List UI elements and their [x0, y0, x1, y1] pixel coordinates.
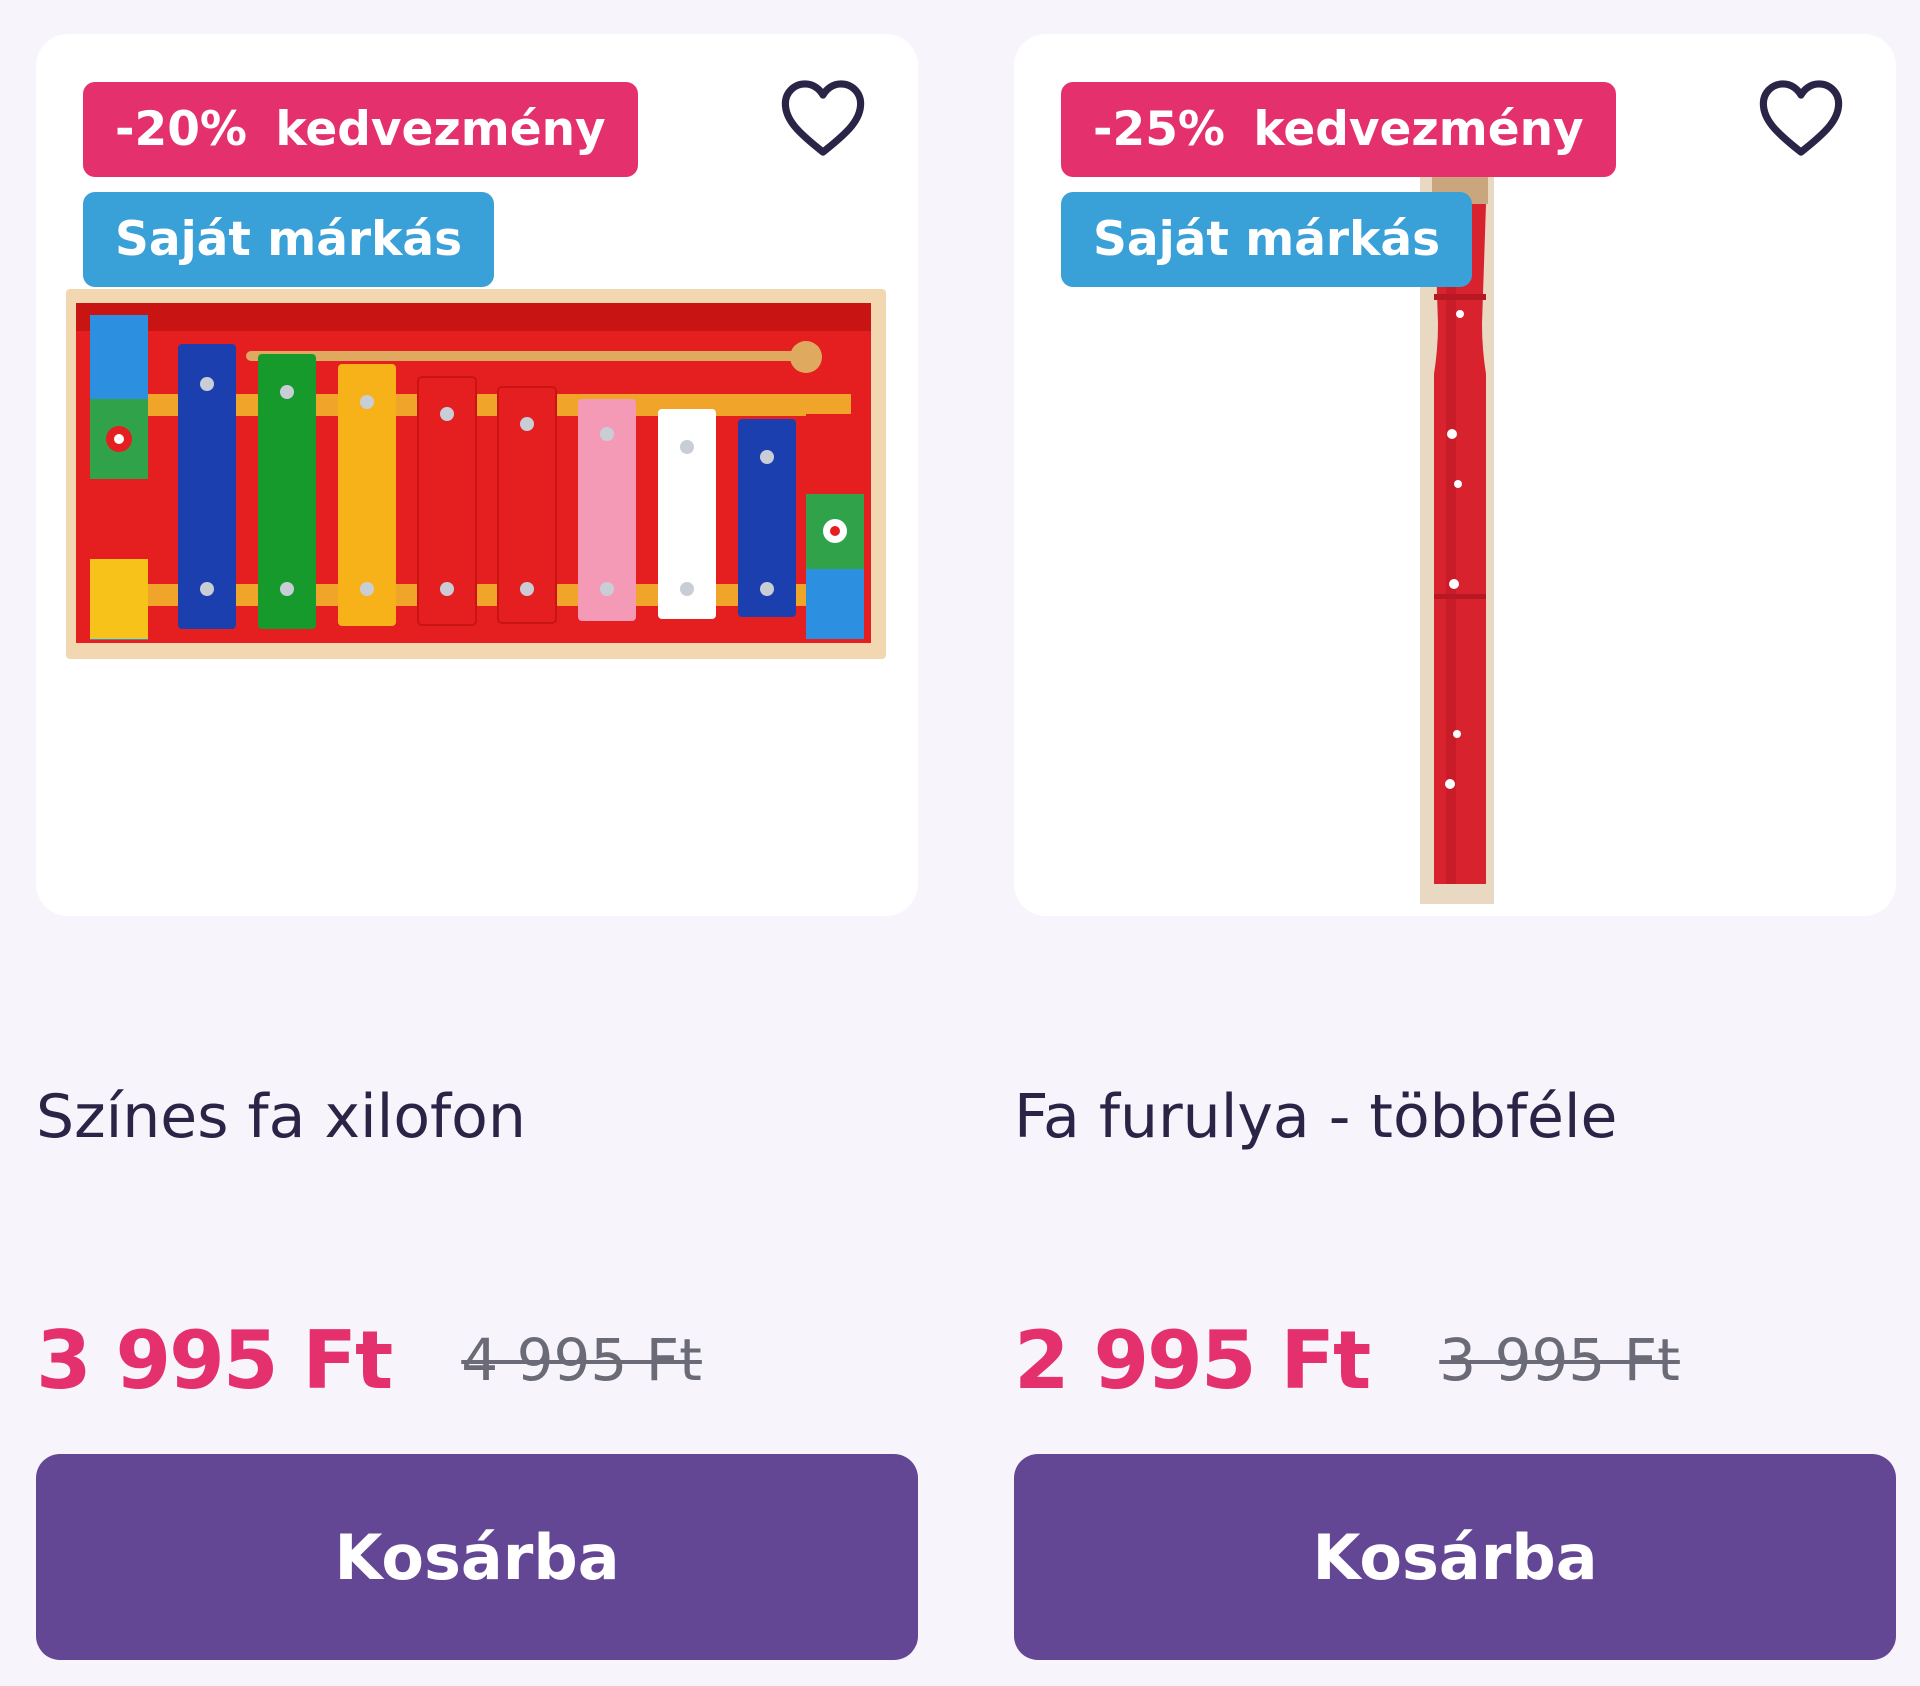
- product-image-container[interactable]: -20% kedvezmény Saját márkás: [36, 34, 918, 916]
- product-image-container[interactable]: -25% kedvezmény Saját márkás: [1014, 34, 1896, 916]
- add-to-cart-button[interactable]: Kosárba: [36, 1454, 918, 1660]
- price-row: 3 995 Ft 4 995 Ft: [36, 1310, 702, 1410]
- product-card: -25% kedvezmény Saját márkás Fa furulya …: [1014, 0, 1896, 1686]
- current-price: 3 995 Ft: [36, 1313, 393, 1407]
- own-brand-badge: Saját márkás: [1061, 192, 1473, 287]
- heart-icon[interactable]: [780, 78, 866, 158]
- product-title[interactable]: Színes fa xilofon: [36, 1082, 526, 1152]
- discount-badge: -25% kedvezmény: [1061, 82, 1616, 177]
- product-card: -20% kedvezmény Saját márkás Színes fa x…: [36, 0, 918, 1686]
- original-price: 4 995 Ft: [461, 1326, 702, 1394]
- xylophone-image: [66, 289, 886, 659]
- add-to-cart-button[interactable]: Kosárba: [1014, 1454, 1896, 1660]
- discount-badge: -20% kedvezmény: [83, 82, 638, 177]
- heart-icon[interactable]: [1758, 78, 1844, 158]
- product-title[interactable]: Fa furulya - többféle: [1014, 1082, 1617, 1152]
- product-grid: -20% kedvezmény Saját márkás Színes fa x…: [0, 0, 1920, 1686]
- current-price: 2 995 Ft: [1014, 1313, 1371, 1407]
- price-row: 2 995 Ft 3 995 Ft: [1014, 1310, 1680, 1410]
- original-price: 3 995 Ft: [1439, 1326, 1680, 1394]
- own-brand-badge: Saját márkás: [83, 192, 495, 287]
